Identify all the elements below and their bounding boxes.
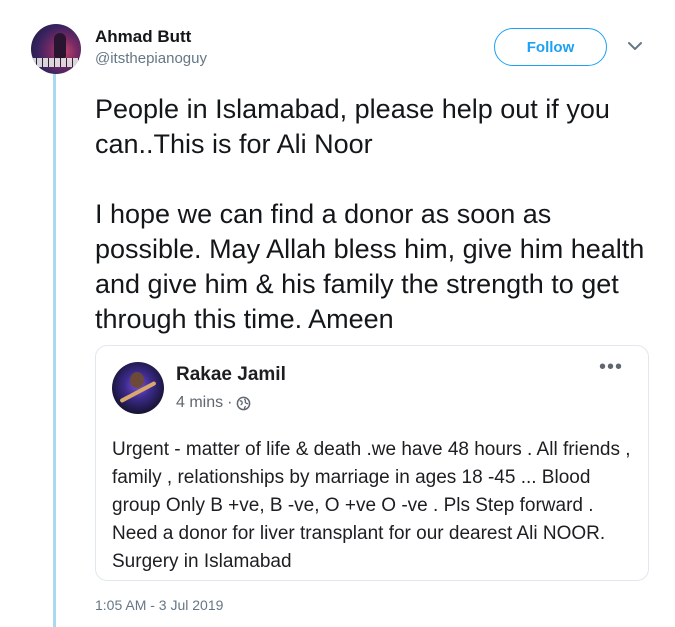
chevron-down-icon[interactable] (627, 40, 643, 52)
quoted-post-time[interactable]: 4 mins (176, 394, 223, 412)
tweet-paragraph: People in Islamabad, please help out if … (95, 94, 610, 159)
avatar-head (130, 372, 144, 388)
tweet-paragraph: I hope we can find a donor as soon as po… (95, 199, 645, 334)
quoted-post-card[interactable]: Rakae Jamil 4 mins · ••• Urgent - matter… (95, 345, 649, 581)
quoted-post-body: Urgent - matter of life & death .we have… (112, 439, 631, 572)
quoted-author-avatar[interactable] (112, 362, 164, 414)
follow-button[interactable]: Follow (494, 28, 607, 66)
meta-separator: · (227, 394, 233, 411)
globe-icon (237, 396, 251, 410)
quoted-author-name[interactable]: Rakae Jamil (176, 364, 286, 386)
tweet-timestamp[interactable]: 1:05 AM - 3 Jul 2019 (95, 597, 223, 613)
author-handle[interactable]: @itsthepianoguy (95, 50, 207, 67)
more-options-icon[interactable]: ••• (596, 357, 626, 377)
avatar-figure (54, 33, 66, 59)
author-name[interactable]: Ahmad Butt (95, 27, 191, 47)
thread-line (53, 70, 56, 627)
avatar-piano (31, 58, 81, 67)
tweet-text: People in Islamabad, please help out if … (95, 92, 660, 337)
author-avatar[interactable] (31, 24, 81, 74)
quoted-post-meta: 4 mins · (176, 394, 251, 412)
